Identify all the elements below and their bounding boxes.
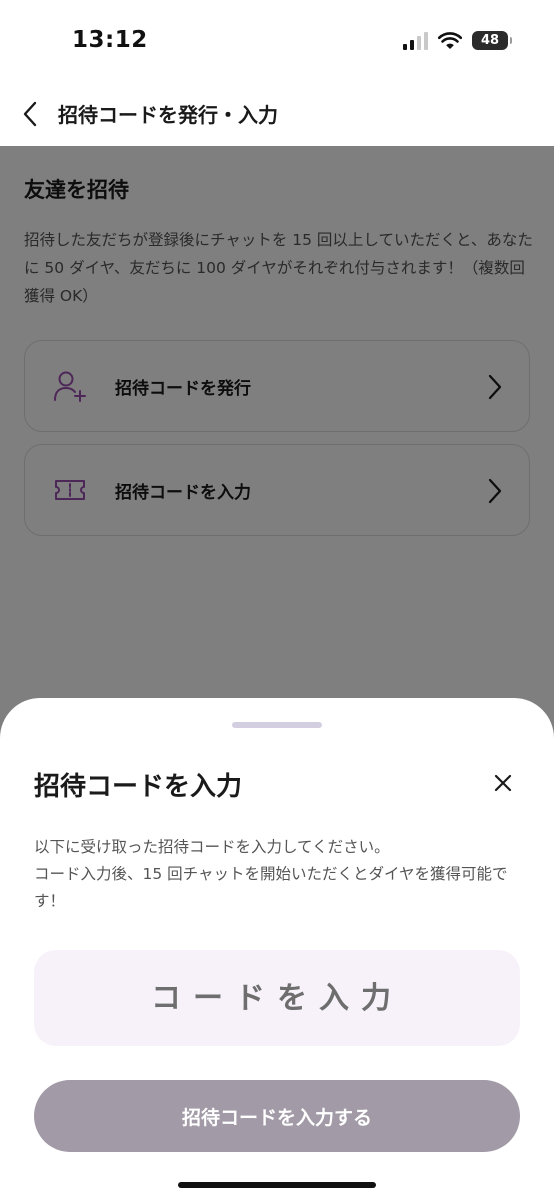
- status-icons: 48: [403, 31, 512, 50]
- home-indicator: [178, 1182, 376, 1188]
- invite-code-input[interactable]: [34, 950, 520, 1046]
- signal-icon: [403, 31, 428, 50]
- nav-header: 招待コードを発行・入力: [0, 82, 554, 146]
- status-bar: 13:12 48: [0, 0, 554, 82]
- submit-code-button[interactable]: 招待コードを入力する: [34, 1080, 520, 1152]
- close-icon[interactable]: [488, 768, 518, 798]
- sheet-description: 以下に受け取った招待コードを入力してください。 コード入力後、15 回チャットを…: [34, 834, 534, 915]
- sheet-grabber[interactable]: [232, 722, 322, 728]
- battery-icon: 48: [472, 31, 512, 50]
- wifi-icon: [438, 31, 462, 49]
- sheet-description-line-2: コード入力後、15 回チャットを開始いただくとダイヤを獲得可能です！: [34, 865, 508, 910]
- enter-code-sheet: 招待コードを入力 以下に受け取った招待コードを入力してください。 コード入力後、…: [0, 698, 554, 1200]
- chevron-left-icon[interactable]: [14, 96, 46, 132]
- page-title: 招待コードを発行・入力: [58, 103, 278, 127]
- battery-level: 48: [480, 33, 500, 48]
- status-time: 13:12: [72, 27, 148, 53]
- sheet-title: 招待コードを入力: [34, 772, 243, 802]
- sheet-description-line-1: 以下に受け取った招待コードを入力してください。: [34, 838, 390, 856]
